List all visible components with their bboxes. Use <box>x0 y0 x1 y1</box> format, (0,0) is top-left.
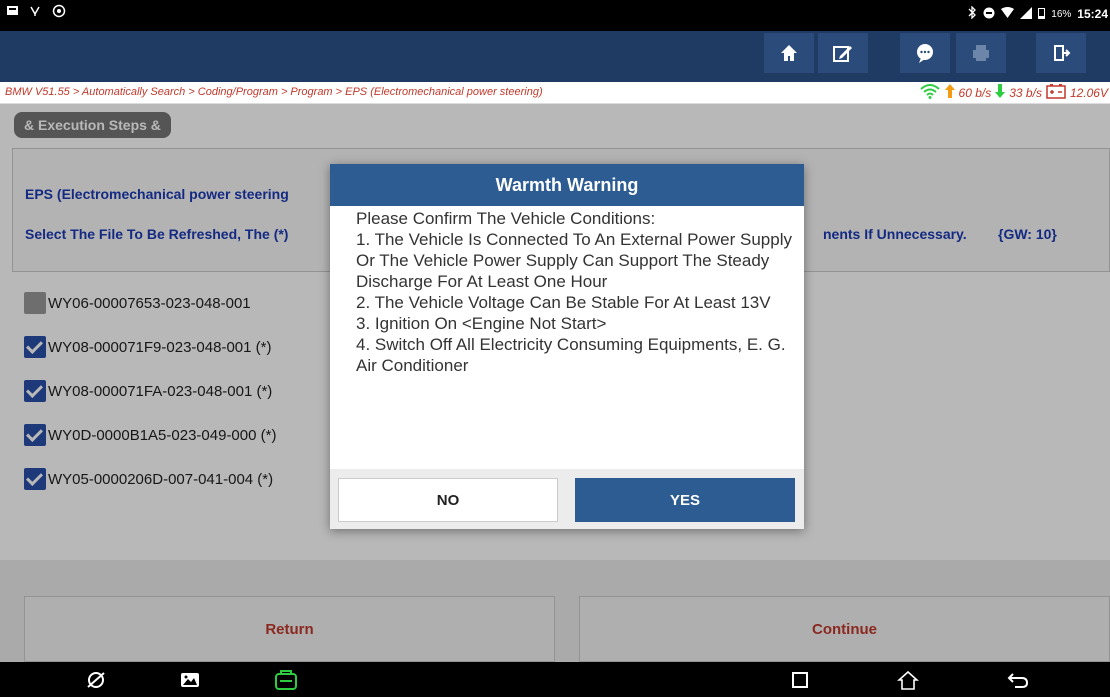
settings-icon <box>52 4 66 18</box>
dnd-icon <box>983 7 995 22</box>
gallery-icon <box>181 673 199 687</box>
wifi-icon <box>919 83 941 102</box>
print-icon <box>973 45 989 61</box>
download-arrow-icon <box>995 83 1006 102</box>
exit-icon <box>1054 45 1071 61</box>
nav-home-button[interactable] <box>896 668 920 692</box>
top-toolbar <box>0 31 1110 82</box>
warning-dialog: Warmth Warning Please Confirm The Vehicl… <box>330 164 804 529</box>
bluetooth-icon <box>968 5 977 22</box>
battery-percent: 16% <box>1051 8 1072 20</box>
download-rate: 33 b/s <box>1009 85 1042 100</box>
recents-icon <box>792 672 808 688</box>
back-icon <box>1007 673 1029 688</box>
recents-button[interactable] <box>788 668 812 692</box>
gallery-button[interactable] <box>178 668 202 692</box>
edit-button[interactable] <box>818 33 868 73</box>
dialog-line: 2. The Vehicle Voltage Can Be Stable For… <box>356 293 771 312</box>
yes-button[interactable]: YES <box>575 478 795 522</box>
voltage-readout: 12.06V <box>1069 85 1108 100</box>
chat-button[interactable] <box>900 33 950 73</box>
status-time: 15:24 <box>1077 7 1108 21</box>
vehicle-battery-icon <box>1046 83 1066 102</box>
browser-button[interactable] <box>84 668 108 692</box>
print-button[interactable] <box>956 33 1006 73</box>
dialog-line: 4. Switch Off All Electricity Consuming … <box>356 335 786 375</box>
vci-button[interactable] <box>274 668 298 692</box>
connection-stats: 60 b/s 33 b/s 12.06V <box>919 83 1108 102</box>
system-nav-bar <box>0 662 1110 697</box>
path-bar: BMW V51.55 > Automatically Search > Codi… <box>0 82 1110 104</box>
home-icon <box>781 45 797 61</box>
notification-icon <box>6 4 19 17</box>
dialog-footer: NO YES <box>330 469 804 529</box>
dialog-body: Please Confirm The Vehicle Conditions: 1… <box>356 208 796 376</box>
breadcrumb: BMW V51.55 > Automatically Search > Codi… <box>5 86 543 98</box>
exit-button[interactable] <box>1036 33 1086 73</box>
edit-icon <box>833 46 852 62</box>
dialog-line: 1. The Vehicle Is Connected To An Extern… <box>356 230 792 291</box>
signal-icon <box>1020 6 1033 22</box>
wifi-icon <box>1001 6 1015 22</box>
battery-icon <box>1038 7 1046 22</box>
back-button[interactable] <box>1006 668 1030 692</box>
browser-icon <box>87 672 105 688</box>
home-icon <box>897 670 919 690</box>
chat-icon <box>917 44 933 63</box>
dialog-line: Please Confirm The Vehicle Conditions: <box>356 209 656 228</box>
dialog-title: Warmth Warning <box>330 164 804 206</box>
vci-icon <box>275 670 297 690</box>
upload-arrow-icon <box>944 83 955 102</box>
home-button[interactable] <box>764 33 814 73</box>
no-button[interactable]: NO <box>338 478 558 522</box>
usb-icon <box>29 4 42 17</box>
status-bar: 16% 15:24 <box>0 0 1110 31</box>
dialog-line: 3. Ignition On <Engine Not Start> <box>356 314 607 333</box>
upload-rate: 60 b/s <box>958 85 992 100</box>
